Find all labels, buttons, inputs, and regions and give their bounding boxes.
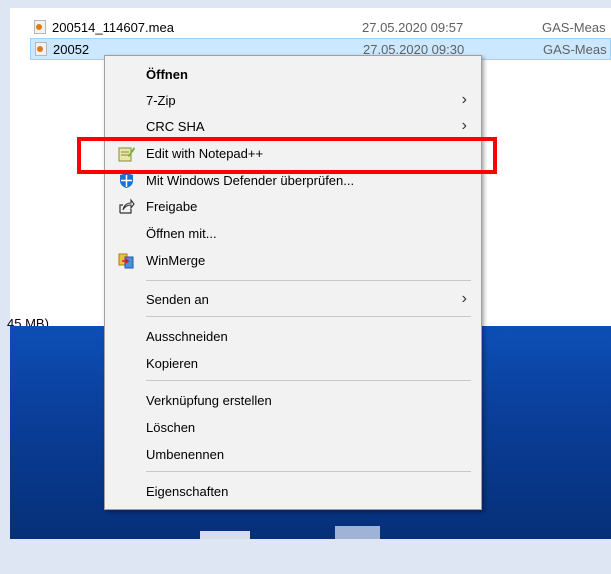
menu-item-label: Umbenennen: [146, 446, 225, 462]
menu-item-label: Eigenschaften: [146, 483, 229, 499]
bottom-strip: [0, 539, 611, 574]
menu-item-label: Kopieren: [146, 355, 199, 371]
menu-item-delete[interactable]: Löschen: [105, 414, 481, 440]
taskbar-fragment: [200, 531, 250, 539]
winmerge-icon: [118, 252, 135, 269]
file-type: GAS-Meas: [542, 19, 606, 35]
menu-item-label: CRC SHA: [146, 118, 205, 134]
menu-separator: [146, 280, 471, 281]
file-icon: [34, 20, 46, 34]
file-row[interactable]: 200514_114607.mea 27.05.2020 09:57 GAS-M…: [30, 16, 611, 38]
highlight-annotation-box: [77, 137, 497, 174]
menu-item-7zip[interactable]: 7-Zip ›: [105, 87, 481, 113]
menu-item-label: Mit Windows Defender überprüfen...: [146, 172, 355, 188]
menu-item-label: Öffnen mit...: [146, 225, 217, 241]
menu-item-label: Löschen: [146, 419, 196, 435]
menu-separator: [146, 380, 471, 381]
menu-item-label: Senden an: [146, 291, 209, 307]
menu-item-cut[interactable]: Ausschneiden: [105, 323, 481, 349]
menu-item-copy[interactable]: Kopieren: [105, 350, 481, 376]
menu-item-share[interactable]: Freigabe: [105, 193, 481, 219]
file-name: 200514_114607.mea: [52, 19, 174, 35]
file-icon: [35, 42, 47, 56]
menu-item-label: Verknüpfung erstellen: [146, 392, 272, 408]
chevron-right-icon: ›: [461, 91, 467, 108]
menu-item-crc-sha[interactable]: CRC SHA ›: [105, 113, 481, 139]
menu-item-open-with[interactable]: Öffnen mit...: [105, 220, 481, 246]
menu-item-rename[interactable]: Umbenennen: [105, 441, 481, 467]
menu-item-label: WinMerge: [146, 252, 206, 268]
menu-item-label: 7-Zip: [146, 92, 176, 108]
chevron-right-icon: ›: [461, 117, 467, 134]
menu-item-label: Ausschneiden: [146, 328, 228, 344]
menu-item-label: Öffnen: [146, 66, 188, 82]
menu-item-send-to[interactable]: Senden an ›: [105, 286, 481, 312]
menu-item-label: Freigabe: [146, 198, 198, 214]
menu-item-create-shortcut[interactable]: Verknüpfung erstellen: [105, 387, 481, 413]
menu-separator: [146, 471, 471, 472]
taskbar-fragment: [335, 526, 380, 539]
chevron-right-icon: ›: [461, 290, 467, 307]
share-icon: [118, 197, 135, 215]
menu-item-winmerge[interactable]: WinMerge: [105, 247, 481, 273]
menu-item-properties[interactable]: Eigenschaften: [105, 478, 481, 504]
file-date: 27.05.2020 09:57: [362, 19, 464, 35]
context-menu: Öffnen 7-Zip › CRC SHA › Edit with Notep…: [104, 55, 482, 510]
file-type: GAS-Meas: [543, 41, 607, 57]
menu-separator: [146, 316, 471, 317]
menu-item-open[interactable]: Öffnen: [105, 61, 481, 87]
windows-defender-icon: [118, 172, 135, 189]
